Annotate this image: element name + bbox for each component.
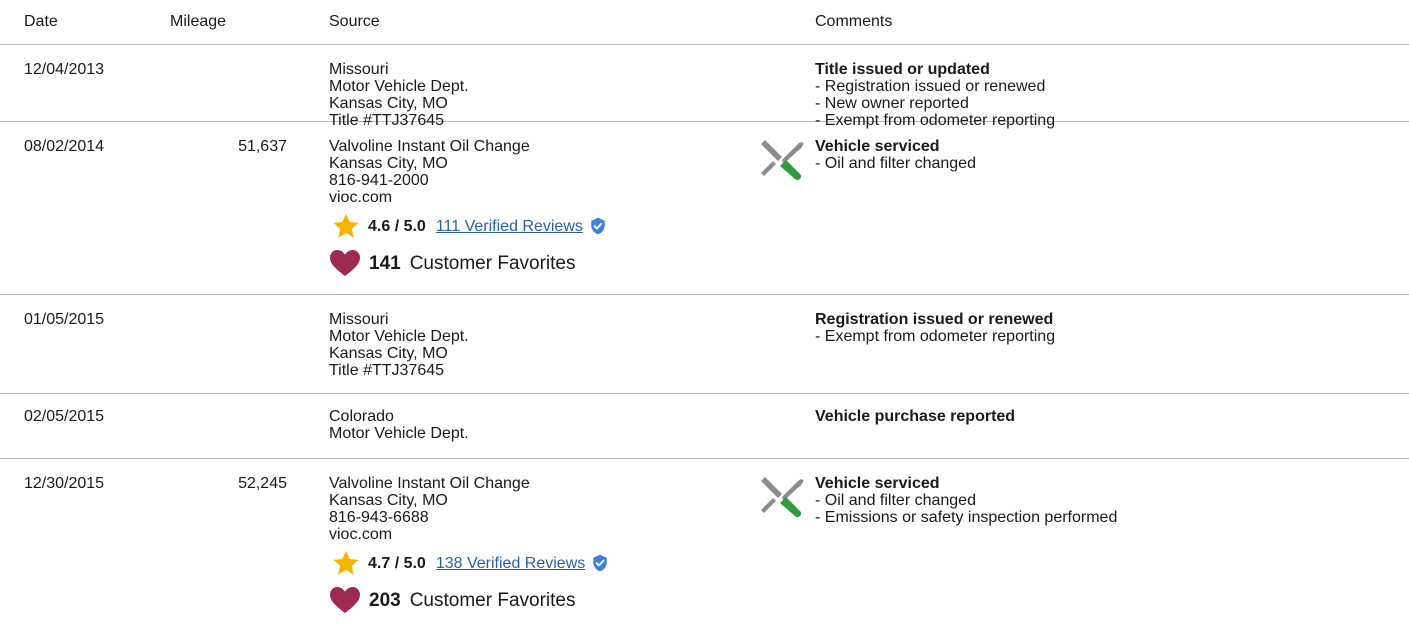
comment-line: - Oil and filter changed xyxy=(815,155,976,172)
customer-favorites-row: 203 Customer Favorites xyxy=(329,585,749,615)
favorites-count: 141 xyxy=(369,252,401,274)
source-cell: Missouri Motor Vehicle Dept. Kansas City… xyxy=(329,311,749,379)
source-line: Kansas City, MO xyxy=(329,95,448,112)
favorites-label: Customer Favorites xyxy=(409,589,576,611)
source-line: Valvoline Instant Oil Change xyxy=(329,138,530,155)
verified-check-icon xyxy=(591,217,605,235)
source-line: Motor Vehicle Dept. xyxy=(329,328,469,345)
source-line: Kansas City, MO xyxy=(329,345,448,362)
date-cell: 12/04/2013 xyxy=(24,61,105,78)
date-cell: 12/30/2015 xyxy=(24,475,105,492)
source-line: Valvoline Instant Oil Change xyxy=(329,475,530,492)
source-cell: Valvoline Instant Oil Change Kansas City… xyxy=(329,475,749,615)
comment-line: - Oil and filter changed xyxy=(815,492,976,509)
comment-title: Vehicle purchase reported xyxy=(815,408,1016,425)
comments-cell: Title issued or updated - Registration i… xyxy=(815,61,1395,129)
comments-cell: Registration issued or renewed - Exempt … xyxy=(815,311,1395,345)
date-cell: 08/02/2014 xyxy=(24,138,105,155)
comments-column-header: Comments xyxy=(815,13,893,30)
rating-row: 4.6 / 5.0 111 Verified Reviews xyxy=(329,212,749,240)
date-cell: 02/05/2015 xyxy=(24,408,105,425)
source-cell: Missouri Motor Vehicle Dept. Kansas City… xyxy=(329,61,749,129)
source-line: vioc.com xyxy=(329,189,393,206)
comment-line: - New owner reported xyxy=(815,95,969,112)
vehicle-history-table: Date Mileage Source Comments 12/04/2013 … xyxy=(0,0,1409,629)
source-cell: Colorado Motor Vehicle Dept. xyxy=(329,408,749,442)
comment-title: Title issued or updated xyxy=(815,61,990,78)
comment-title: Vehicle serviced xyxy=(815,138,940,155)
mileage-cell: 52,245 xyxy=(238,475,287,492)
wrench-screwdriver-icon xyxy=(761,477,804,518)
table-row: 08/02/2014 51,637 Valvoline Instant Oil … xyxy=(0,122,1409,295)
source-line: Missouri xyxy=(329,61,389,78)
source-line: Title #TTJ37645 xyxy=(329,362,445,379)
source-line: Missouri xyxy=(329,311,389,328)
verified-reviews-link[interactable]: 138 Verified Reviews xyxy=(436,555,585,572)
source-line: Colorado xyxy=(329,408,394,425)
rating-score: 4.7 / 5.0 xyxy=(368,554,426,572)
favorites-count: 203 xyxy=(369,589,401,611)
source-line: vioc.com xyxy=(329,526,393,543)
source-column-header: Source xyxy=(329,13,380,30)
comment-line: - Emissions or safety inspection perform… xyxy=(815,509,1118,526)
table-row: 02/05/2015 Colorado Motor Vehicle Dept. … xyxy=(0,394,1409,459)
table-row: 12/30/2015 52,245 Valvoline Instant Oil … xyxy=(0,459,1409,629)
favorites-label: Customer Favorites xyxy=(409,252,576,274)
comment-title: Registration issued or renewed xyxy=(815,311,1054,328)
heart-icon xyxy=(330,250,360,276)
table-row: 01/05/2015 Missouri Motor Vehicle Dept. … xyxy=(0,295,1409,394)
comment-line: - Exempt from odometer reporting xyxy=(815,328,1056,345)
source-line: 816-941-2000 xyxy=(329,172,429,189)
source-line: Kansas City, MO xyxy=(329,492,448,509)
date-column-header: Date xyxy=(24,13,58,30)
source-line: Kansas City, MO xyxy=(329,155,448,172)
rating-row: 4.7 / 5.0 138 Verified Reviews xyxy=(329,549,749,577)
table-header: Date Mileage Source Comments xyxy=(0,0,1409,45)
comment-line: - Registration issued or renewed xyxy=(815,78,1046,95)
comments-cell: Vehicle serviced - Oil and filter change… xyxy=(815,475,1395,526)
source-line: 816-943-6688 xyxy=(329,509,429,526)
star-icon xyxy=(333,550,359,575)
verified-check-icon xyxy=(593,554,607,572)
comments-cell: Vehicle serviced - Oil and filter change… xyxy=(815,138,1395,172)
heart-icon xyxy=(330,587,360,613)
date-cell: 01/05/2015 xyxy=(24,311,105,328)
customer-favorites-row: 141 Customer Favorites xyxy=(329,248,749,278)
mileage-column-header: Mileage xyxy=(170,13,227,30)
mileage-cell: 51,637 xyxy=(238,138,287,155)
comments-cell: Vehicle purchase reported xyxy=(815,408,1395,425)
wrench-screwdriver-icon xyxy=(761,140,804,181)
table-row: 12/04/2013 Missouri Motor Vehicle Dept. … xyxy=(0,45,1409,129)
star-icon xyxy=(333,213,359,238)
source-line: Motor Vehicle Dept. xyxy=(329,78,469,95)
comment-title: Vehicle serviced xyxy=(815,475,940,492)
source-line: Motor Vehicle Dept. xyxy=(329,425,469,442)
source-cell: Valvoline Instant Oil Change Kansas City… xyxy=(329,138,749,278)
verified-reviews-link[interactable]: 111 Verified Reviews xyxy=(436,218,583,235)
rating-score: 4.6 / 5.0 xyxy=(368,217,426,235)
